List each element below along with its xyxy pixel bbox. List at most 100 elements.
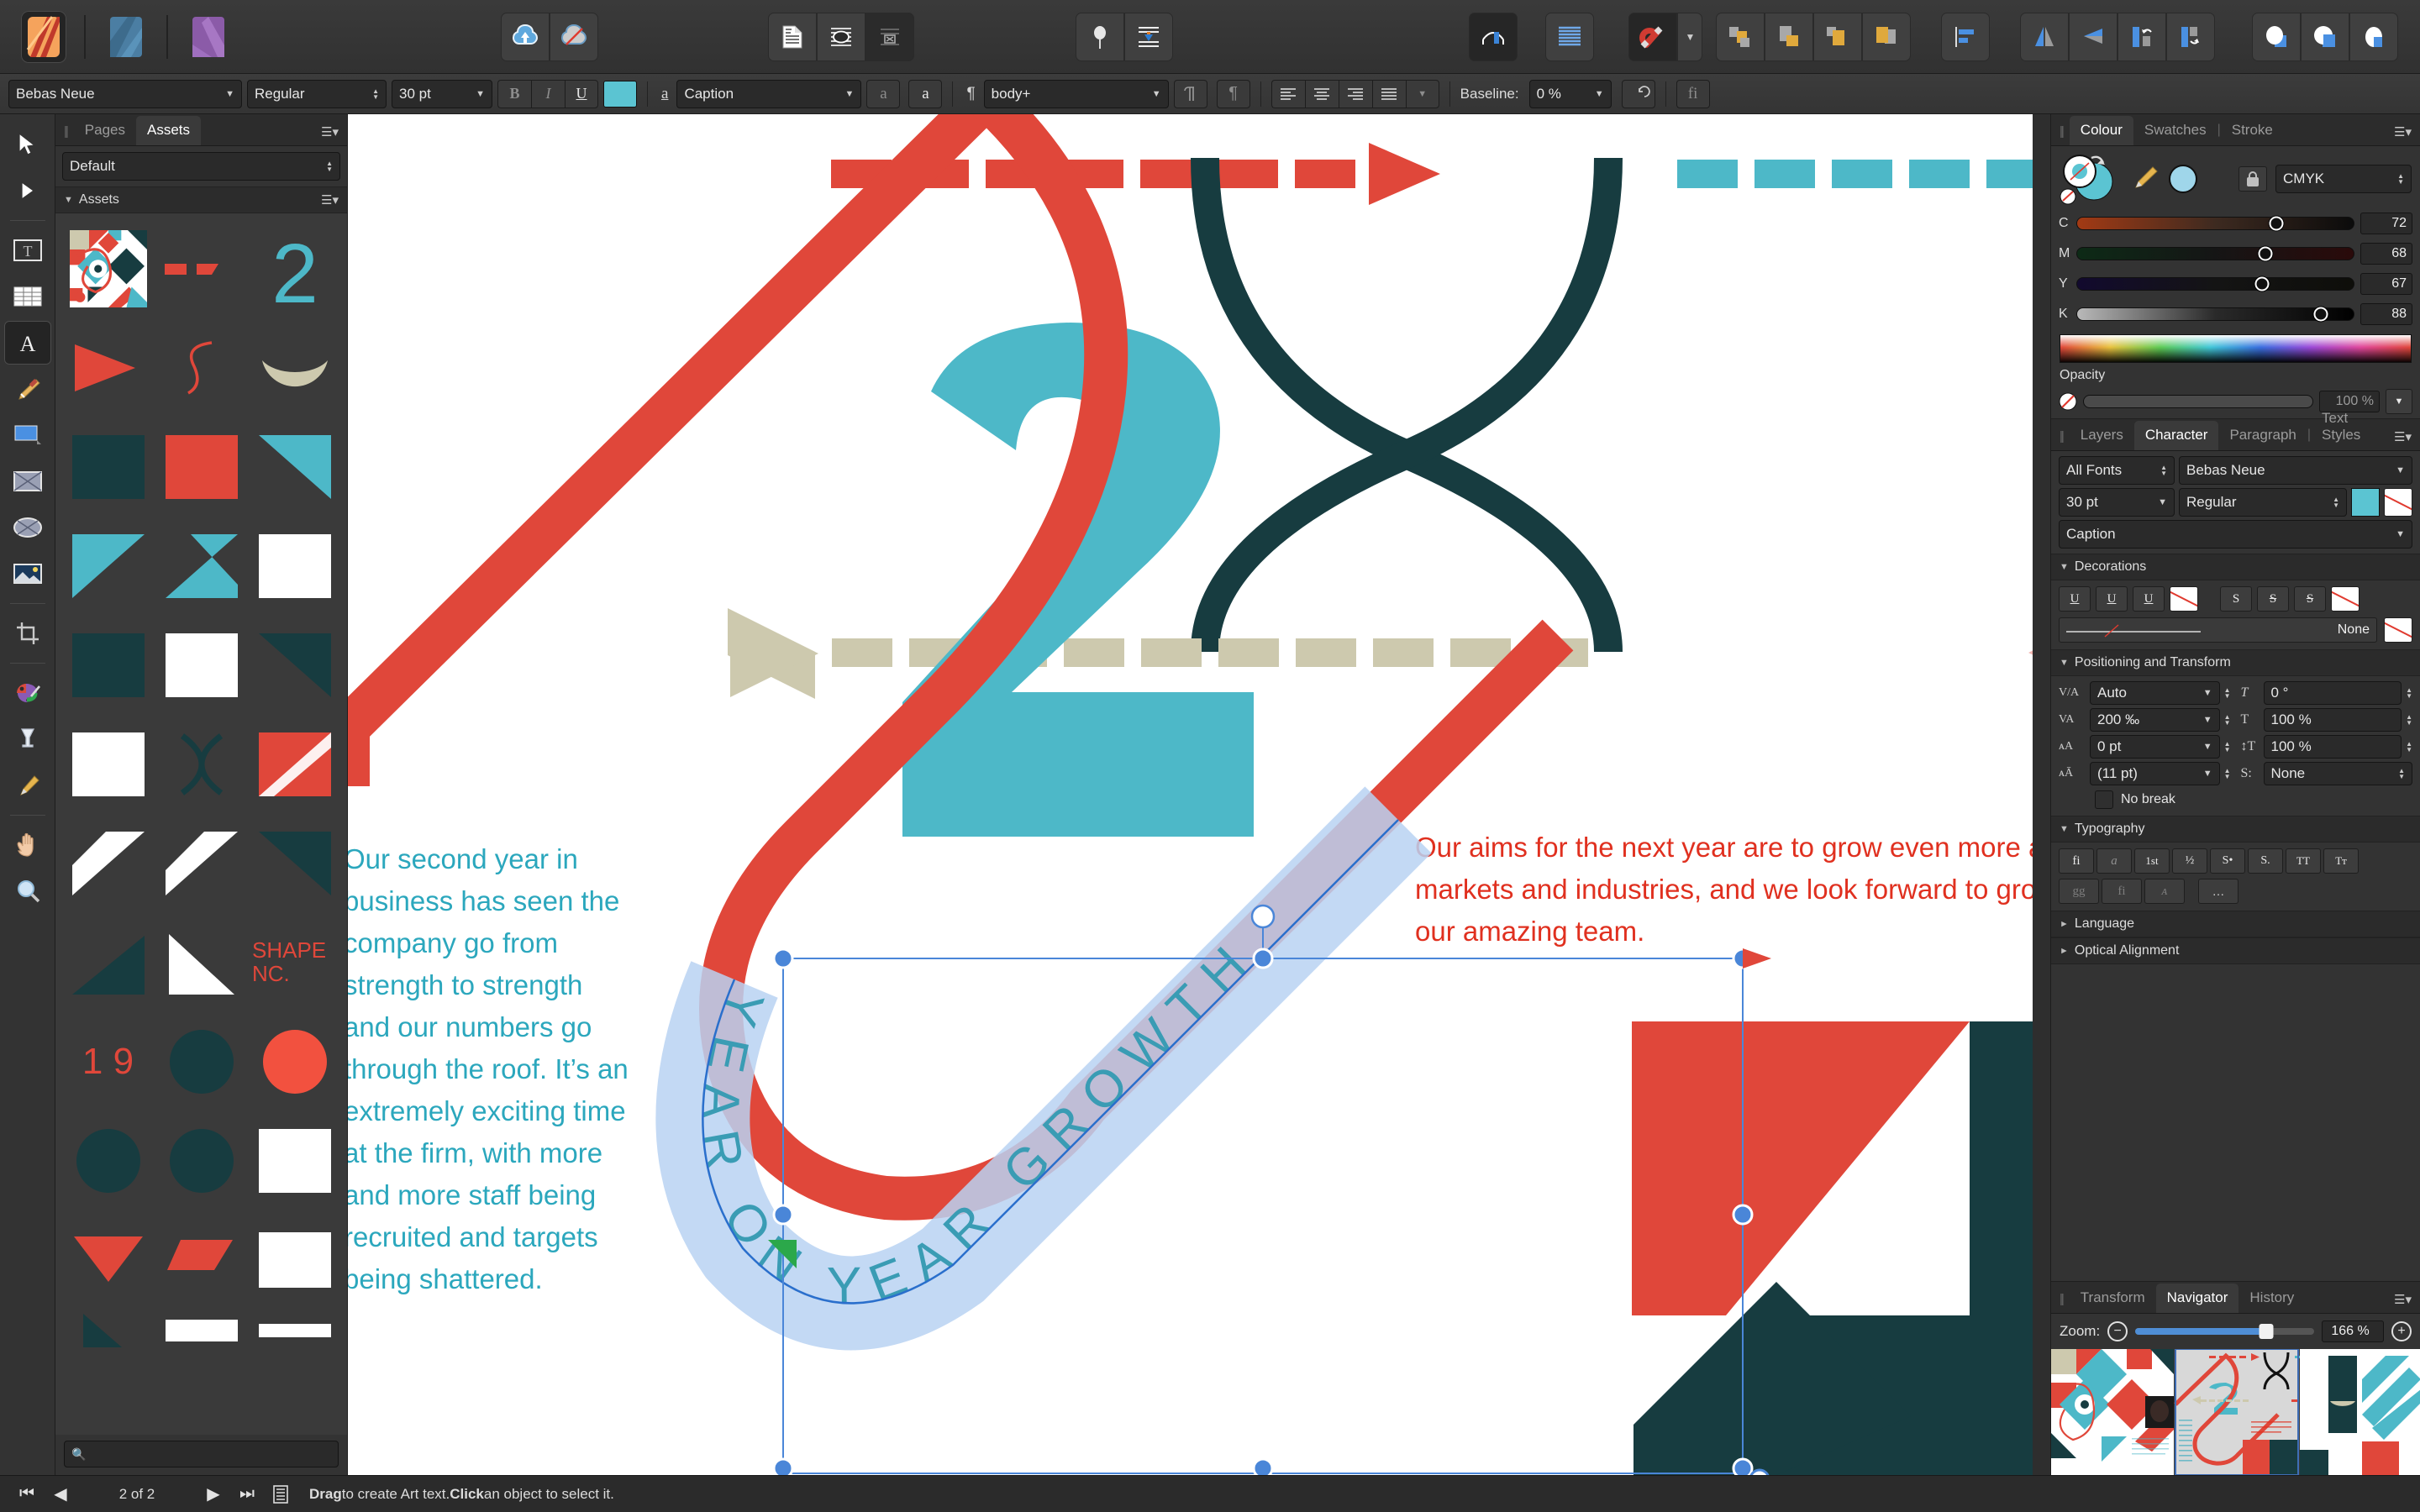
asset-crescent-beige[interactable] — [252, 323, 337, 413]
tab-colour[interactable]: Colour — [2069, 116, 2133, 145]
assets-section-header[interactable]: ▼ Assets ☰▾ — [55, 186, 347, 213]
asset-triangle-teal-left[interactable] — [66, 521, 150, 612]
colour-spectrum-strip[interactable] — [2060, 334, 2412, 363]
channel-slider-y[interactable] — [2076, 276, 2354, 291]
kerning-field[interactable]: Auto ▼ — [2090, 681, 2220, 705]
align-left-button[interactable] — [1270, 79, 1305, 108]
tab-character[interactable]: Character — [2133, 421, 2219, 450]
asset-square-white-2[interactable] — [159, 620, 244, 711]
typo-alternates-button[interactable]: gg — [2059, 879, 2099, 904]
typo-more-button[interactable]: … — [2198, 879, 2238, 904]
asset-squiggle-red[interactable] — [159, 323, 244, 413]
move-tool[interactable] — [4, 123, 51, 166]
asset-square-white-5[interactable] — [252, 1215, 337, 1305]
publisher-persona-icon[interactable] — [21, 10, 66, 63]
typo-ordinal-button[interactable]: 1st — [2134, 848, 2170, 874]
chevron-right-icon[interactable]: ▼ — [2059, 920, 2069, 929]
italic-button[interactable]: I — [531, 79, 565, 108]
asset-square-white-4[interactable] — [252, 1116, 337, 1206]
justify-button[interactable] — [1371, 79, 1406, 108]
asset-bar-white-2[interactable] — [252, 1314, 337, 1347]
align-center-button[interactable] — [1304, 79, 1339, 108]
decorations-header[interactable]: ▼ Decorations — [2051, 554, 2420, 580]
strikethrough-none-swatch[interactable] — [2331, 586, 2360, 612]
asset-square-white-3[interactable] — [66, 719, 150, 810]
zoom-tool[interactable] — [4, 869, 51, 913]
channel-value-m[interactable]: 68 — [2360, 243, 2412, 265]
tracking-field[interactable]: 200 ‰ ▼ — [2090, 708, 2220, 732]
hscale-stepper[interactable]: ▲ ▼ — [2406, 714, 2412, 727]
no-break-checkbox[interactable] — [2095, 790, 2113, 809]
chevron-down-icon[interactable]: ▼ — [64, 195, 73, 205]
alignment-button[interactable] — [1941, 12, 1991, 61]
show-special-characters-button[interactable]: ¶ — [1216, 79, 1250, 108]
asset-text-shape-nc[interactable]: SHAPE NC. — [252, 917, 337, 1008]
asset-square-teal-dark[interactable] — [66, 422, 150, 512]
char-fill-swatch[interactable] — [2351, 488, 2380, 517]
panel-menu-icon[interactable]: ☰▾ — [2394, 1292, 2420, 1313]
asset-bar-white[interactable] — [159, 1314, 244, 1347]
typo-subscript-button[interactable]: S. — [2248, 848, 2283, 874]
char-font-family-field[interactable]: Bebas Neue ▼ — [2179, 456, 2412, 485]
chevron-down-icon[interactable]: ▼ — [2196, 769, 2212, 779]
asset-triangle-corner-teal[interactable] — [252, 422, 337, 512]
leading-field[interactable]: (11 pt) ▼ — [2090, 762, 2220, 785]
asset-triangle-dark-3[interactable] — [252, 818, 337, 909]
asset-lens-shape-dark[interactable] — [159, 719, 244, 810]
asset-circle-dark[interactable] — [159, 1016, 244, 1107]
asset-triangle-white-4[interactable] — [159, 917, 244, 1008]
asset-dash-pair-red[interactable] — [159, 223, 244, 314]
snapping-dropdown[interactable]: ▼ — [1677, 12, 1703, 61]
small-caps-button[interactable]: a — [866, 79, 901, 108]
node-tool[interactable] — [4, 169, 51, 213]
colour-model-field[interactable]: CMYK ▲ ▼ — [2275, 165, 2412, 193]
decoration-line-none-swatch[interactable] — [2384, 617, 2412, 643]
tab-layers[interactable]: Layers — [2070, 421, 2134, 450]
font-style-field[interactable]: Regular ▲ ▼ — [247, 79, 387, 108]
asset-circle-red[interactable] — [252, 1016, 337, 1107]
tab-transform[interactable]: Transform — [2070, 1284, 2156, 1313]
tab-assets[interactable]: Assets — [136, 116, 202, 145]
canvas[interactable]: Our second year in business has seen the… — [348, 114, 2050, 1475]
typo-contextual-button[interactable]: fi — [2102, 879, 2142, 904]
chevron-down-icon[interactable]: ▼ — [2060, 562, 2069, 572]
document-page[interactable]: Our second year in business has seen the… — [348, 114, 2033, 1475]
baseline-shift-field[interactable]: 0 pt ▼ — [2090, 735, 2220, 759]
asset-triangle-dark-4[interactable] — [66, 917, 150, 1008]
underline-button[interactable]: U — [565, 79, 598, 108]
panel-menu-icon[interactable]: ☰▾ — [321, 124, 347, 145]
language-header[interactable]: ▼ Language — [2051, 911, 2420, 937]
panel-grip-icon[interactable]: || — [2058, 429, 2070, 450]
geometry-add-button[interactable] — [2252, 12, 2301, 61]
chevron-down-icon[interactable]: ▼ — [2060, 658, 2069, 668]
bold-button[interactable]: B — [497, 79, 531, 108]
char-font-style-field[interactable]: Regular ▲ ▼ — [2179, 488, 2347, 517]
assets-category-field[interactable]: Default ▲ ▼ — [62, 152, 340, 181]
move-to-back-button[interactable] — [1765, 12, 1814, 61]
rotate-left-button[interactable] — [2118, 12, 2167, 61]
typo-allcaps-button[interactable]: TT — [2286, 848, 2321, 874]
chevron-down-icon[interactable]: ▼ — [218, 89, 234, 99]
transparency-tool[interactable] — [4, 717, 51, 761]
align-right-button[interactable] — [1338, 79, 1372, 108]
left-paragraph[interactable]: Our second year in business has seen the… — [348, 838, 629, 1300]
vscale-field[interactable]: 100 % — [2263, 735, 2402, 759]
panel-grip-icon[interactable]: || — [2058, 1292, 2070, 1313]
positioning-header[interactable]: ▼ Positioning and Transform — [2051, 649, 2420, 676]
typography-header[interactable]: ▼ Typography — [2051, 816, 2420, 843]
panel-menu-icon[interactable]: ☰▾ — [2394, 429, 2420, 450]
tab-stroke[interactable]: Stroke — [2221, 116, 2284, 145]
rotation-stepper[interactable]: ▲ ▼ — [2406, 687, 2412, 700]
asset-triangle-white-diag[interactable] — [66, 818, 150, 909]
channel-value-y[interactable]: 67 — [2360, 273, 2412, 295]
picked-colour-swatch[interactable] — [2169, 165, 2197, 193]
chevron-down-icon[interactable]: ▼ — [2150, 497, 2167, 507]
rotate-right-button[interactable] — [2166, 12, 2216, 61]
asset-square-teal-dark-2[interactable] — [66, 620, 150, 711]
last-page-button[interactable]: ⏭ — [230, 1478, 264, 1511]
strikethrough-button-2[interactable]: S — [2257, 586, 2289, 612]
chevron-down-icon[interactable]: ▼ — [1144, 89, 1161, 99]
asset-triangle-right-red[interactable] — [66, 323, 150, 413]
char-text-style-field[interactable]: Caption ▼ — [2059, 520, 2412, 549]
zoom-value[interactable]: 166 % — [2322, 1320, 2384, 1342]
